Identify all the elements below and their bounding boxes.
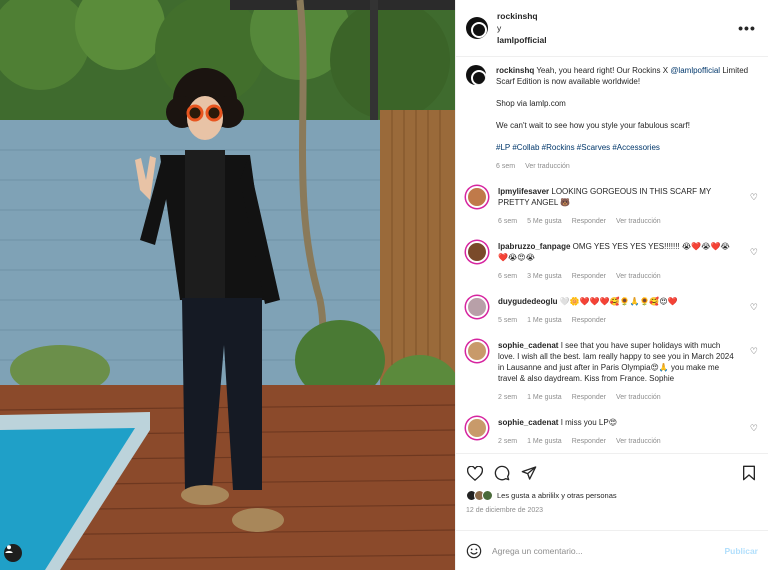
comment-heart-icon[interactable]: ♡: [750, 247, 758, 258]
commenter-username[interactable]: sophie_cadenat: [498, 418, 558, 427]
comment-heart-icon[interactable]: ♡: [750, 302, 758, 313]
comment-meta: 5 sem 1 Me gusta Responder: [498, 315, 738, 326]
post-date[interactable]: 12 de diciembre de 2023: [466, 507, 758, 514]
comment-heart-icon[interactable]: ♡: [750, 423, 758, 434]
comment-likes[interactable]: 1 Me gusta: [527, 392, 562, 403]
comment-likes[interactable]: 1 Me gusta: [527, 436, 562, 447]
commenter-avatar[interactable]: [466, 186, 488, 208]
comment-body: lpabruzzo_fanpage OMG YES YES YES YES!!!…: [498, 241, 758, 282]
caption-translate[interactable]: Ver traducción: [525, 161, 570, 172]
actions-bar: Les gusta a abrililx y otras personas 12…: [456, 453, 768, 530]
commenter-avatar[interactable]: [466, 296, 488, 318]
comment-text: I miss you LP😍: [558, 418, 618, 427]
comment-body: sophie_cadenat I see that you have super…: [498, 340, 758, 403]
comment-icon[interactable]: [493, 464, 511, 482]
photo-illustration: [0, 0, 455, 570]
commenter-avatar[interactable]: [466, 417, 488, 439]
comment-likes[interactable]: 5 Me gusta: [527, 216, 562, 227]
comment-item: sophie_cadenat I miss you LP😍 2 sem 1 Me…: [466, 417, 758, 447]
commenter-username[interactable]: sophie_cadenat: [498, 341, 558, 350]
caption: rockinshq Yeah, you heard right! Our Roc…: [466, 65, 758, 172]
caption-avatar[interactable]: [466, 65, 486, 85]
bookmark-icon[interactable]: [740, 464, 758, 482]
comment-item: lpabruzzo_fanpage OMG YES YES YES YES!!!…: [466, 241, 758, 282]
comment-meta: 2 sem 1 Me gusta Responder Ver traducció…: [498, 392, 738, 403]
comment-reply[interactable]: Responder: [572, 216, 606, 227]
comment-list: lpmylifesaver LOOKING GORGEOUS IN THIS S…: [466, 186, 758, 453]
comment-composer: Publicar: [456, 530, 768, 570]
publish-button[interactable]: Publicar: [724, 546, 758, 556]
comment-meta: 6 sem 3 Me gusta Responder Ver traducció…: [498, 271, 738, 282]
comment-text: 🤍🌼❤️❤️❤️🥰🌻🙏🌻🥰😍❤️: [557, 297, 678, 306]
comment-reply[interactable]: Responder: [572, 315, 606, 326]
tagged-users-button[interactable]: [4, 544, 22, 562]
commenter-username[interactable]: duygudedeoglu: [498, 297, 558, 306]
comment-time[interactable]: 2 sem: [498, 392, 517, 403]
user-icon: [5, 545, 13, 553]
comment-item: lpmylifesaver LOOKING GORGEOUS IN THIS S…: [466, 186, 758, 227]
coauthor-username[interactable]: lamlpofficial: [497, 34, 736, 46]
comment-reply[interactable]: Responder: [572, 392, 606, 403]
comment-likes[interactable]: 1 Me gusta: [527, 315, 562, 326]
likes-summary[interactable]: Les gusta a abrililx y otras personas: [466, 490, 758, 501]
post-side-panel: rockinshq y lamlpofficial ••• rockinshq …: [455, 0, 768, 570]
like-avatar: [482, 490, 493, 501]
action-icons: [466, 462, 758, 484]
comment-time[interactable]: 2 sem: [498, 436, 517, 447]
comment-meta: 6 sem 5 Me gusta Responder Ver traducció…: [498, 216, 738, 227]
commenter-avatar[interactable]: [466, 241, 488, 263]
comment-item: duygudedeoglu 🤍🌼❤️❤️❤️🥰🌻🙏🌻🥰😍❤️ 5 sem 1 M…: [466, 296, 758, 326]
comment-time[interactable]: 6 sem: [498, 216, 517, 227]
comment-time[interactable]: 6 sem: [498, 271, 517, 282]
comment-time[interactable]: 5 sem: [498, 315, 517, 326]
comment-translate[interactable]: Ver traducción: [616, 436, 661, 447]
comment-input[interactable]: [492, 545, 725, 556]
comment-item: sophie_cadenat I see that you have super…: [466, 340, 758, 403]
caption-meta: 6 sem Ver traducción: [496, 161, 758, 172]
author-conjunction: y: [497, 23, 502, 33]
comment-likes[interactable]: 3 Me gusta: [527, 271, 562, 282]
likes-text: Les gusta a abrililx y otras personas: [497, 491, 617, 500]
caption-para-2: Shop via lamlp.com: [496, 99, 566, 108]
comments-scroll[interactable]: rockinshq Yeah, you heard right! Our Roc…: [456, 57, 768, 453]
post-header: rockinshq y lamlpofficial •••: [456, 0, 768, 57]
comment-heart-icon[interactable]: ♡: [750, 192, 758, 203]
post-viewer: rockinshq y lamlpofficial ••• rockinshq …: [0, 0, 768, 570]
author-avatar[interactable]: [466, 17, 488, 39]
commenter-username[interactable]: lpabruzzo_fanpage: [498, 242, 570, 251]
comment-body: sophie_cadenat I miss you LP😍 2 sem 1 Me…: [498, 417, 758, 447]
commenter-username[interactable]: lpmylifesaver: [498, 187, 549, 196]
caption-username[interactable]: rockinshq: [496, 66, 534, 75]
caption-hashtags[interactable]: #LP #Collab #Rockins #Scarves #Accessori…: [496, 142, 758, 153]
share-icon[interactable]: [520, 464, 538, 482]
author-names: rockinshq y lamlpofficial: [497, 10, 736, 46]
caption-text-pre: Yeah, you heard right! Our Rockins X: [534, 66, 671, 75]
more-icon[interactable]: •••: [736, 20, 758, 36]
comment-reply[interactable]: Responder: [572, 271, 606, 282]
author-username[interactable]: rockinshq: [497, 10, 736, 22]
comment-heart-icon[interactable]: ♡: [750, 346, 758, 357]
comment-meta: 2 sem 1 Me gusta Responder Ver traducció…: [498, 436, 738, 447]
comment-body: duygudedeoglu 🤍🌼❤️❤️❤️🥰🌻🙏🌻🥰😍❤️ 5 sem 1 M…: [498, 296, 758, 326]
comment-reply[interactable]: Responder: [572, 436, 606, 447]
caption-mention[interactable]: @lamlpofficial: [670, 66, 720, 75]
emoji-icon[interactable]: [466, 543, 482, 559]
caption-para-3: We can't wait to see how you style your …: [496, 121, 690, 130]
comment-translate[interactable]: Ver traducción: [616, 271, 661, 282]
caption-body: rockinshq Yeah, you heard right! Our Roc…: [496, 65, 758, 172]
likes-avatars: [466, 490, 493, 501]
commenter-avatar[interactable]: [466, 340, 488, 362]
comment-translate[interactable]: Ver traducción: [616, 392, 661, 403]
comment-translate[interactable]: Ver traducción: [616, 216, 661, 227]
caption-time[interactable]: 6 sem: [496, 161, 515, 172]
post-photo[interactable]: [0, 0, 455, 570]
heart-icon[interactable]: [466, 464, 484, 482]
comment-body: lpmylifesaver LOOKING GORGEOUS IN THIS S…: [498, 186, 758, 227]
